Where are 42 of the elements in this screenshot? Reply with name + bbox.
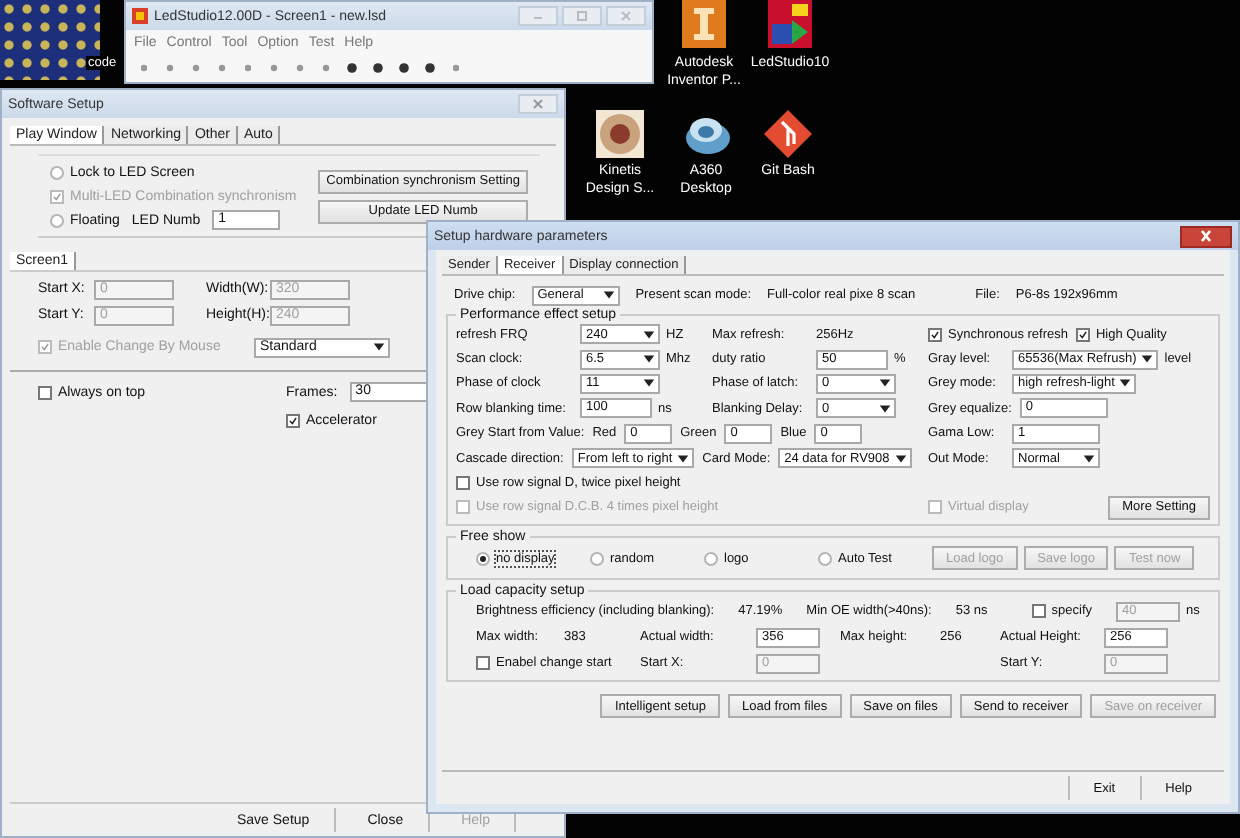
dropdown-arrow-icon bbox=[676, 451, 691, 466]
toolbar-dot-icon[interactable] bbox=[450, 62, 462, 74]
colored-tile-icon[interactable] bbox=[764, 0, 816, 52]
app-icon bbox=[132, 8, 148, 24]
toolbar-dot-icon[interactable] bbox=[346, 62, 358, 74]
toolbar-dot-icon[interactable] bbox=[398, 62, 410, 74]
toolbar-dot-icon[interactable] bbox=[294, 62, 306, 74]
checkbox[interactable] bbox=[286, 413, 300, 427]
radio-button[interactable] bbox=[50, 165, 64, 179]
letter-tile-icon[interactable] bbox=[678, 0, 730, 52]
dropdown-arrow-icon bbox=[893, 451, 908, 466]
checkbox[interactable] bbox=[1075, 327, 1090, 342]
radio-button[interactable] bbox=[50, 213, 64, 227]
toolbar-dot-icon[interactable] bbox=[268, 62, 280, 74]
close-icon bbox=[528, 98, 548, 110]
toolbar-dot-icon[interactable] bbox=[320, 62, 332, 74]
toolbar-dot-icon[interactable] bbox=[164, 62, 176, 74]
checkbox[interactable] bbox=[928, 327, 942, 342]
diamond-branch-icon[interactable] bbox=[762, 108, 814, 160]
toolbar-dot-icon[interactable] bbox=[242, 62, 254, 74]
round-badge-icon[interactable] bbox=[594, 108, 646, 160]
toolbar-dot-icon[interactable] bbox=[138, 62, 150, 74]
checkbox[interactable] bbox=[476, 656, 490, 671]
dropdown-arrow-icon bbox=[1082, 451, 1096, 466]
toolbar-dot-icon[interactable] bbox=[424, 62, 436, 74]
maximize-icon bbox=[572, 10, 592, 22]
radio-button[interactable] bbox=[590, 551, 604, 566]
checkbox[interactable] bbox=[456, 476, 470, 491]
checkbox[interactable] bbox=[1031, 604, 1046, 619]
close-icon bbox=[1196, 228, 1216, 244]
toolbar-dot-icon[interactable] bbox=[372, 62, 384, 74]
maximize-button[interactable] bbox=[562, 6, 602, 26]
toolbar-dot-icon[interactable] bbox=[190, 62, 202, 74]
close-icon bbox=[616, 10, 636, 22]
checkbox[interactable] bbox=[38, 385, 52, 399]
dropdown-arrow-icon bbox=[372, 340, 386, 354]
radio-button[interactable] bbox=[704, 551, 718, 566]
radio-button[interactable] bbox=[476, 551, 490, 566]
toolbar-dot-icon[interactable] bbox=[216, 62, 228, 74]
radio-button[interactable] bbox=[818, 551, 832, 566]
close-button[interactable] bbox=[1180, 225, 1232, 247]
dropdown-arrow-icon bbox=[601, 288, 616, 302]
